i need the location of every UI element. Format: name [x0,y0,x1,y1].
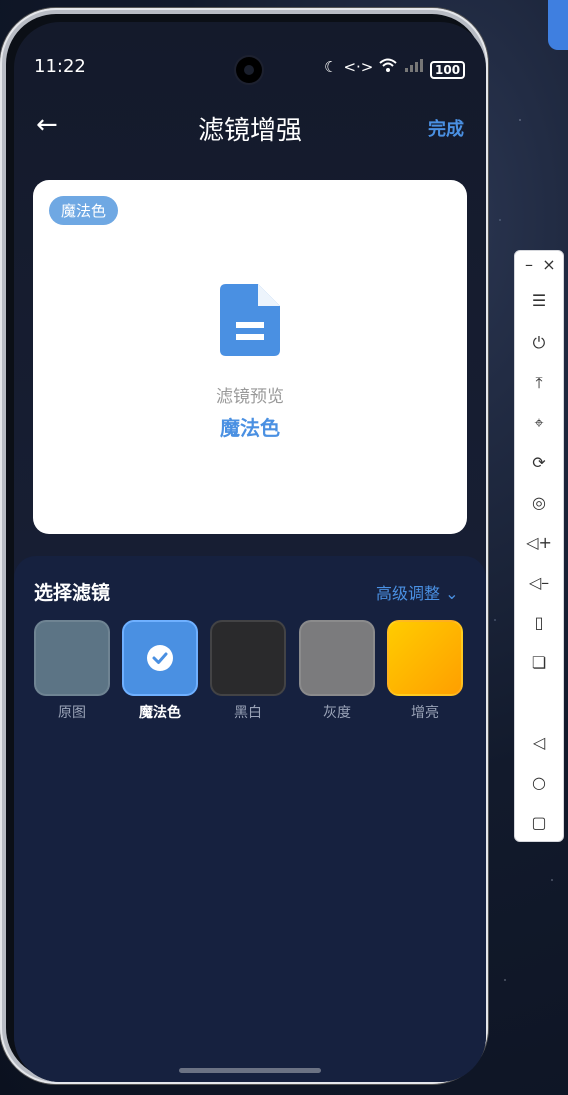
home-icon[interactable]: ○ [515,773,563,792]
status-bar: 11:22 ☾ <·> 100 [14,22,486,83]
checkmark-icon [147,645,173,671]
page-title: 滤镜增强 [197,116,302,146]
filter-badge: 魔法色 [49,196,119,225]
rotate-icon[interactable]: ⟳ [515,453,563,472]
filter-label: 原图 [58,705,86,721]
menu-icon[interactable]: ☰ [515,291,563,310]
app-screen: 11:22 ☾ <·> 100 ← 滤镜增强 完成 魔法色 滤镜预览 魔法色 选… [14,22,486,1082]
rotate-device-icon[interactable]: ▯ [515,613,563,632]
chevron-down-icon: ⌄ [445,584,459,603]
filter-label: 增亮 [411,705,439,721]
phone-frame: 11:22 ☾ <·> 100 ← 滤镜增强 完成 魔法色 滤镜预览 魔法色 选… [0,8,488,1084]
status-time: 11:22 [34,56,86,77]
crop-icon[interactable]: ⌖ [515,413,563,433]
filter-option-magic[interactable]: 魔法色 [122,620,198,722]
front-camera [236,57,262,83]
filter-label: 黑白 [234,705,262,721]
filter-option-black-white[interactable]: 黑白 [210,620,286,722]
filter-swatch [387,620,463,696]
pin-top-icon[interactable]: ⤒ [515,373,563,393]
signal-icon [403,58,425,76]
multi-window-icon[interactable]: ❏ [515,653,563,672]
advanced-adjust-button[interactable]: 高级调整 ⌄ [376,580,459,604]
filter-swatch [122,620,198,696]
volume-down-icon[interactable]: ◁– [515,573,563,592]
filter-swatch [299,620,375,696]
wifi-icon [379,58,398,76]
filter-swatch [210,620,286,696]
preview-label: 滤镜预览 [216,387,284,407]
close-icon[interactable]: × [525,255,568,274]
power-icon[interactable]: ⏻ [515,333,563,353]
filter-option-brighten[interactable]: 增亮 [387,620,463,722]
back-icon[interactable]: ◁ [515,733,563,752]
filter-label: 灰度 [323,705,351,721]
preview-filter-name: 魔法色 [220,416,280,440]
done-button[interactable]: 完成 [428,115,464,141]
emulator-toolbar: – × ☰ ⏻ ⤒ ⌖ ⟳ ◎ ◁+ ◁– ▯ ❏ ◁ ○ ▢ [514,250,564,842]
moon-icon: ☾ [324,58,338,76]
home-indicator[interactable] [179,1068,321,1073]
volume-up-icon[interactable]: ◁+ [515,533,563,552]
filter-panel: 选择滤镜 高级调整 ⌄ 原图 魔法色 黑白 灰度 增亮 [14,556,486,1082]
filter-swatch [34,620,110,696]
recents-icon[interactable]: ▢ [515,813,563,832]
filter-panel-title: 选择滤镜 [34,582,111,604]
filter-option-grayscale[interactable]: 灰度 [299,620,375,722]
battery-indicator: 100 [430,61,466,79]
status-icons: ☾ <·> [324,58,425,76]
document-icon [220,284,280,356]
filter-option-original[interactable]: 原图 [34,620,110,722]
desktop-app-icon[interactable] [548,0,568,50]
advanced-adjust-label: 高级调整 [376,584,441,603]
data-transfer-icon: <·> [343,58,374,76]
screenshot-icon[interactable]: ◎ [515,493,563,512]
filter-preview-card: 魔法色 滤镜预览 魔法色 [33,180,467,534]
filter-label: 魔法色 [139,705,181,721]
